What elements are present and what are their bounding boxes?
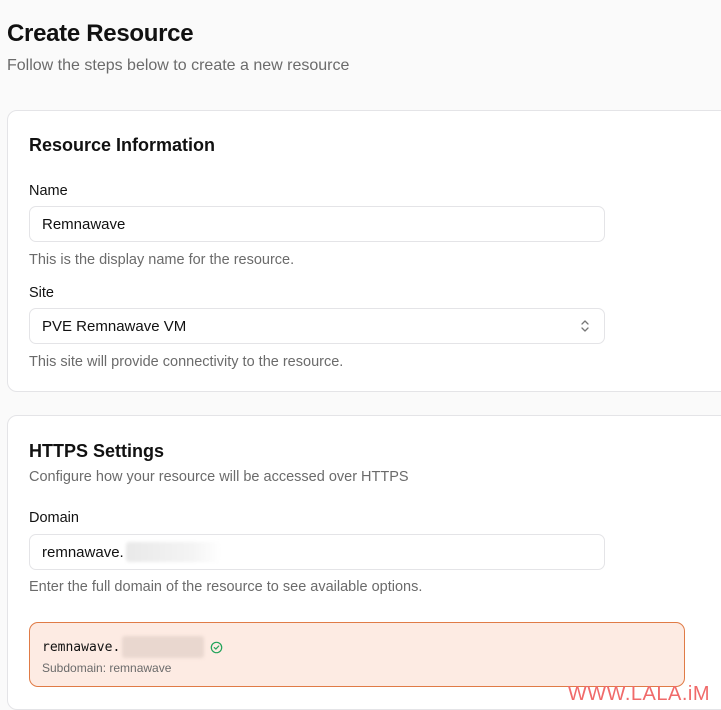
domain-suggestion-option[interactable]: remnawave. Subdomain: remnawave: [29, 622, 685, 687]
watermark: WWW.LALA.iM: [567, 683, 710, 705]
redacted-suggestion-domain: [122, 636, 205, 658]
resource-information-title: Resource Information: [29, 135, 216, 155]
name-input[interactable]: Remnawave: [29, 206, 605, 242]
https-settings-title: HTTPS Settings: [29, 441, 165, 461]
check-circle-icon: [210, 641, 223, 653]
site-select[interactable]: PVE Remnawave VM: [29, 308, 605, 344]
name-label: Name: [29, 183, 68, 199]
site-select-value: PVE Remnawave VM: [42, 317, 187, 335]
domain-help-text: Enter the full domain of the resource to…: [29, 579, 423, 595]
domain-input[interactable]: remnawave.: [29, 534, 605, 570]
site-help-text: This site will provide connectivity to t…: [29, 354, 344, 370]
redacted-domain: [125, 542, 221, 562]
chevron-up-down-icon: [581, 320, 589, 332]
suggestion-subdomain-text: Subdomain: remnawave: [42, 661, 172, 675]
name-help-text: This is the display name for the resourc…: [29, 252, 295, 268]
domain-input-value: remnawave.: [42, 543, 124, 561]
name-input-value: Remnawave: [42, 215, 126, 233]
suggestion-domain-text: remnawave.: [42, 639, 121, 655]
page-title: Create Resource: [7, 20, 194, 47]
https-settings-card: HTTPS Settings Configure how your resour…: [7, 415, 721, 710]
resource-information-card: Resource Information Name Remnawave This…: [7, 110, 721, 392]
domain-label: Domain: [29, 510, 79, 526]
page-subtitle: Follow the steps below to create a new r…: [7, 57, 350, 74]
https-settings-description: Configure how your resource will be acce…: [29, 469, 409, 485]
site-label: Site: [29, 285, 54, 301]
